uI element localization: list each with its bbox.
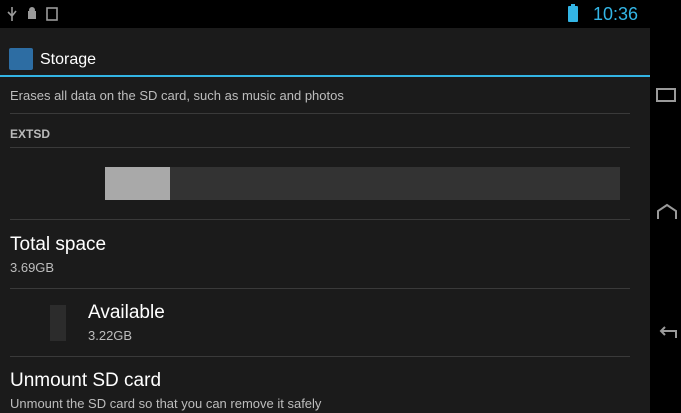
divider [10,219,630,220]
erase-summary[interactable]: Erases all data on the SD card, such as … [10,88,344,103]
divider [10,288,630,289]
divider [10,147,630,148]
available-color-swatch [50,305,66,341]
back-icon[interactable] [656,324,678,342]
sd-card-icon [46,7,58,21]
android-debug-icon [28,7,36,19]
action-bar: Storage [0,28,650,77]
total-space-title: Total space [10,234,107,255]
navigation-bar [650,0,681,413]
page-title: Storage [40,51,97,68]
unmount-sd-summary[interactable]: Unmount the SD card so that you can remo… [10,396,321,411]
storage-used-fill [105,167,171,200]
storage-app-icon[interactable] [9,48,33,70]
home-icon[interactable] [656,203,678,221]
clock: 10:36 [592,4,638,24]
device-screen: 10:36 Storage Erases all data on the SD … [0,0,650,413]
status-bar: 10:36 [0,0,650,28]
storage-usage-bar [105,167,620,200]
divider [10,113,630,114]
divider [10,356,630,357]
section-header-extsd: EXTSD [10,127,51,141]
unmount-sd-title[interactable]: Unmount SD card [10,370,161,392]
available-title: Available [88,302,165,323]
battery-icon [568,4,578,22]
total-space-value: 3.69GB [10,260,55,275]
recent-apps-icon[interactable] [656,88,676,102]
available-value: 3.22GB [88,328,133,343]
usb-icon [7,7,17,21]
